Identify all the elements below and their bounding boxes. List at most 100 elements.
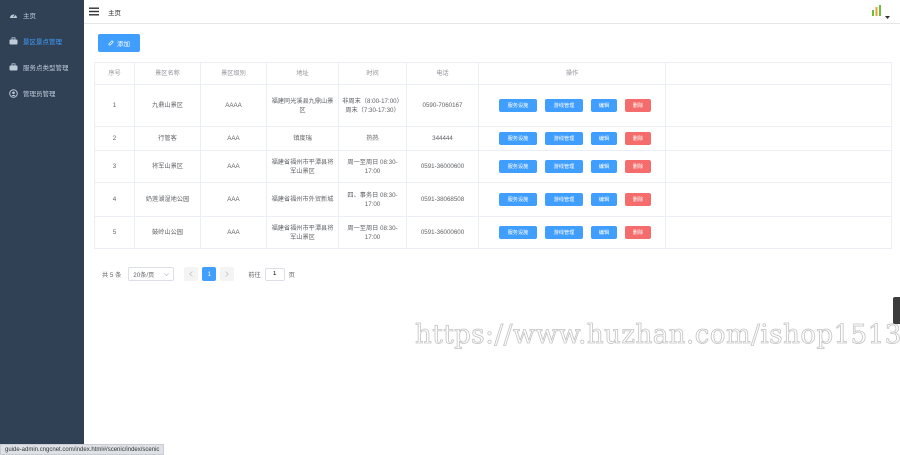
route-management-button[interactable]: 游线管理 [545, 99, 583, 112]
column-header: 景区级别 [200, 62, 267, 85]
route-management-button[interactable]: 游线管理 [545, 193, 583, 206]
cell-level: AAA [200, 182, 267, 217]
route-management-button[interactable]: 游线管理 [545, 132, 583, 145]
cell-empty [665, 150, 892, 183]
cell-name: 奶莲湖湿地公园 [134, 182, 201, 217]
cell-address: 福建省福州市平潭县将军山景区 [266, 216, 339, 249]
next-page-button[interactable] [220, 267, 235, 281]
column-header: 地址 [266, 62, 339, 85]
user-menu[interactable] [872, 5, 890, 21]
table-row: 3 将军山景区 AAA 福建省福州市平潭县将军山景区 周一至周日 08:30-1… [94, 150, 892, 183]
breadcrumb[interactable]: 主页 [108, 7, 121, 17]
hamburger-icon[interactable] [89, 7, 99, 17]
delete-button[interactable]: 删除 [625, 160, 651, 173]
delete-button[interactable]: 删除 [625, 193, 651, 206]
status-url: guide-admin.cngcnet.com/index.html#/scen… [5, 446, 160, 453]
table-row: 5 鼓岭山公园 AAA 福建省福州市平潭县将军山景区 周一至周日 08:30-1… [94, 216, 892, 249]
cell-no: 1 [94, 84, 135, 127]
route-management-button[interactable]: 游线管理 [545, 160, 583, 173]
table-row: 4 奶莲湖湿地公园 AAA 福建省福州市外贸新城 四、事务日 08:30-17:… [94, 182, 892, 217]
cell-no: 2 [94, 126, 135, 151]
watermark-text: https://www.huzhan.com/ishop15132 [415, 320, 900, 351]
column-header: 景区名称 [134, 62, 201, 85]
cell-time: 周一至周日 08:30-17:00 [338, 150, 407, 183]
side-drawer-handle[interactable] [893, 297, 900, 324]
cell-name: 鼓岭山公园 [134, 216, 201, 249]
cell-actions: 服务设施 游线管理 编辑 删除 [478, 150, 666, 183]
service-facilities-button[interactable]: 服务设施 [499, 132, 537, 145]
prev-page-button[interactable] [184, 267, 199, 281]
column-header: 时间 [338, 62, 407, 85]
add-button-label: 添加 [117, 41, 130, 48]
edit-button[interactable]: 编辑 [591, 193, 617, 206]
cell-level: AAA [200, 150, 267, 183]
cell-actions: 服务设施 游线管理 编辑 删除 [478, 84, 666, 127]
column-header: 序号 [94, 62, 135, 85]
cell-actions: 服务设施 游线管理 编辑 删除 [478, 216, 666, 249]
cell-time: 周一至周日 08:30-17:00 [338, 216, 407, 249]
dashboard-icon [8, 10, 18, 20]
edit-button[interactable]: 编辑 [591, 226, 617, 239]
sidebar-item-admins[interactable]: 管理员管理 [0, 80, 84, 106]
delete-button[interactable]: 删除 [625, 226, 651, 239]
service-facilities-button[interactable]: 服务设施 [499, 99, 537, 112]
service-facilities-button[interactable]: 服务设施 [499, 160, 537, 173]
cell-name: 将军山景区 [134, 150, 201, 183]
page-size-select[interactable]: 20条/页 [128, 267, 175, 281]
delete-button[interactable]: 删除 [625, 132, 651, 145]
cell-address: 福建省福州市平潭县将军山景区 [266, 150, 339, 183]
caret-down-icon [885, 14, 890, 21]
cell-time: 四、事务日 08:30-17:00 [338, 182, 407, 217]
service-facilities-button[interactable]: 服务设施 [499, 226, 537, 239]
cell-no: 3 [94, 150, 135, 183]
cell-address: 镇度瑞 [266, 126, 339, 151]
cell-level: AAA [200, 126, 267, 151]
edit-icon [108, 40, 114, 46]
page-number-current[interactable]: 1 [202, 267, 217, 281]
service-icon [8, 62, 18, 72]
add-button[interactable]: 添加 [98, 34, 140, 52]
cell-phone: 0591-38068508 [406, 182, 479, 217]
cell-phone: 0591-36000600 [406, 150, 479, 183]
cell-level: AAA [200, 216, 267, 249]
page-size-value: 20条/页 [133, 271, 155, 279]
total-count: 共 5 条 [102, 271, 122, 279]
cell-empty [665, 182, 892, 217]
service-facilities-button[interactable]: 服务设施 [499, 193, 537, 206]
cell-empty [665, 216, 892, 249]
sidebar-item-scenic[interactable]: 景区景点管理 [0, 28, 84, 54]
sidebar-item-label: 主页 [23, 13, 36, 20]
sidebar-item-service-types[interactable]: 服务点类型管理 [0, 54, 84, 80]
edit-button[interactable]: 编辑 [591, 99, 617, 112]
route-management-button[interactable]: 游线管理 [545, 226, 583, 239]
browser-status-bar: guide-admin.cngcnet.com/index.html#/scen… [0, 444, 165, 455]
sidebar-item-home[interactable]: 主页 [0, 2, 84, 28]
page-unit-label: 页 [288, 271, 295, 279]
sidebar-item-label: 管理员管理 [23, 91, 56, 98]
goto-page-input[interactable] [264, 267, 285, 281]
cell-actions: 服务设施 游线管理 编辑 删除 [478, 126, 666, 151]
edit-button[interactable]: 编辑 [591, 160, 617, 173]
cell-actions: 服务设施 游线管理 编辑 删除 [478, 182, 666, 217]
bars-logo-icon [872, 5, 881, 18]
table-row: 2 行管客 AAA 镇度瑞 热热 344444 服务设施 游线管理 编辑 删除 [94, 126, 892, 151]
sidebar: 主页 景区景点管理 服务点类型管理 管理员管理 [0, 0, 84, 455]
cell-no: 5 [94, 216, 135, 249]
column-header: 电话 [406, 62, 479, 85]
delete-button[interactable]: 删除 [625, 99, 651, 112]
cell-name: 行管客 [134, 126, 201, 151]
column-header: 操作 [478, 62, 666, 85]
page-jumper: 前往 页 [248, 267, 295, 281]
cell-phone: 344444 [406, 126, 479, 151]
cell-phone: 0590-7060167 [406, 84, 479, 127]
chevron-down-icon [164, 271, 170, 278]
cell-address: 福建同光溪县九鼎山景区 [266, 84, 339, 127]
edit-button[interactable]: 编辑 [591, 132, 617, 145]
table-row: 1 九鼎山景区 AAAA 福建同光溪县九鼎山景区 非周末（8:00-17:00）… [94, 84, 892, 127]
chevron-right-icon [225, 271, 230, 277]
cell-name: 九鼎山景区 [134, 84, 201, 127]
cell-address: 福建省福州市外贸新城 [266, 182, 339, 217]
scenic-table: 序号 景区名称 景区级别 地址 时间 电话 操作 1 九鼎山景区 AAAA 福建… [94, 62, 892, 249]
sidebar-item-label: 景区景点管理 [23, 39, 62, 46]
user-icon [8, 88, 18, 98]
